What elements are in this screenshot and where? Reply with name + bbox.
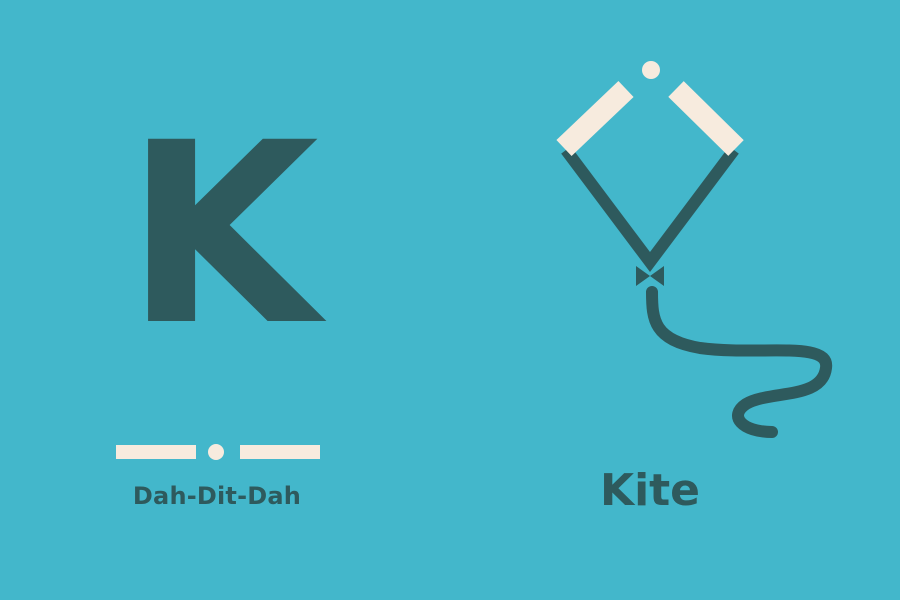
kite-frame — [561, 146, 739, 272]
kite-top-dot — [642, 61, 660, 79]
kite-icon — [556, 61, 832, 438]
kite-tail — [646, 286, 832, 438]
morse-dot — [208, 444, 224, 460]
flashcard: K Dah-Dit-Dah Kite — [0, 0, 900, 600]
morse-dash — [240, 445, 320, 459]
morse-code — [116, 443, 320, 461]
card-word: Kite — [599, 465, 701, 516]
kite-edge-left — [556, 81, 634, 156]
morse-pronunciation: Dah-Dit-Dah — [132, 482, 302, 510]
kite-edge-right — [668, 81, 744, 156]
morse-dash — [116, 445, 196, 459]
letter-glyph: K — [125, 89, 319, 380]
